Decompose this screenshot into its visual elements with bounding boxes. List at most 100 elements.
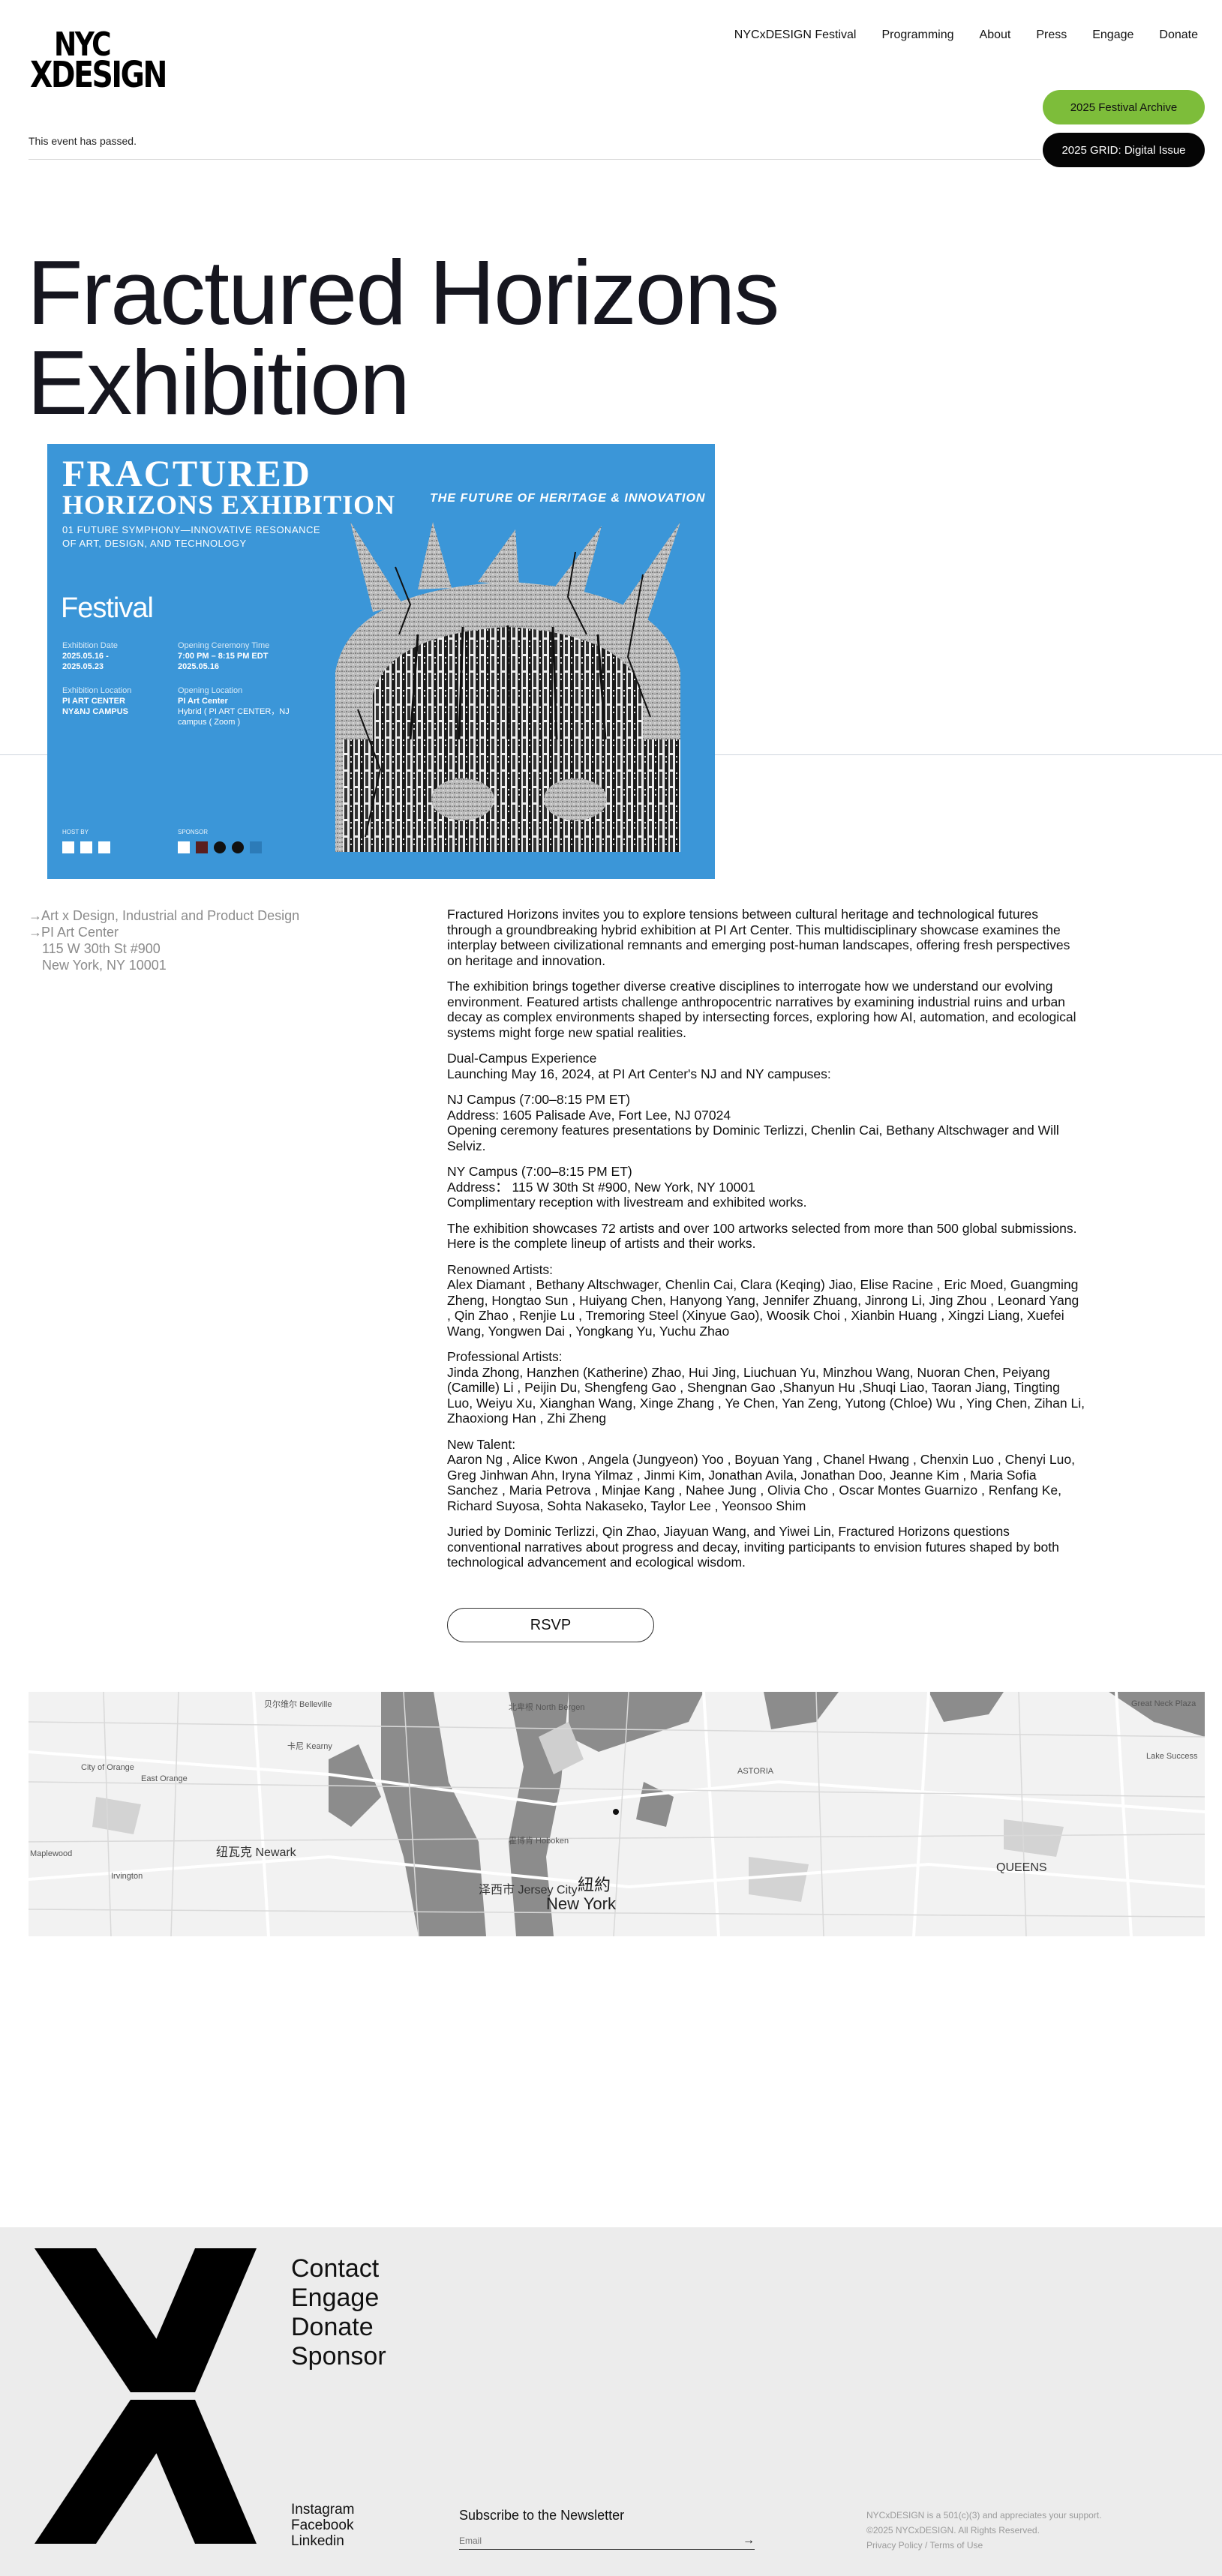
map-label: Lake Success — [1146, 1752, 1198, 1761]
nav-press[interactable]: Press — [1036, 28, 1067, 42]
footer-engage-link[interactable]: Engage — [291, 2284, 386, 2313]
poster-opening-loc: PI Art Center — [178, 697, 228, 706]
organizer-link[interactable]: Art x Design, Industrial and Product Des… — [41, 907, 299, 924]
title-line2: Exhibition — [27, 331, 410, 433]
nav-donate[interactable]: Donate — [1159, 28, 1198, 42]
footer-contact-link[interactable]: Contact — [291, 2254, 386, 2284]
dual-campus-text: Launching May 16, 2024, at PI Art Center… — [447, 1066, 831, 1081]
poster-subtitle: 01 FUTURE SYMPHONY—INNOVATIVE RESONANCE … — [62, 523, 362, 550]
rsvp-button[interactable]: RSVP — [447, 1608, 654, 1642]
professional-heading: Professional Artists: — [447, 1349, 563, 1364]
main-nav: NYCxDESIGN Festival Programming About Pr… — [734, 28, 1198, 42]
arrow-right-icon: → — [29, 908, 42, 923]
dual-campus-heading: Dual-Campus Experience — [447, 1051, 597, 1066]
map-label: East Orange — [141, 1774, 188, 1783]
poster-opening-loc2: Hybrid ( PI ART CENTER，NJ — [178, 707, 290, 716]
nycxdesign-logo[interactable]: NYC XDESIGN — [29, 25, 176, 96]
poster-sponsor-label: SPONSOR — [178, 829, 209, 835]
nonprofit-note: NYCxDESIGN is a 501(c)(3) and appreciate… — [866, 2510, 1102, 2521]
logo-line2: XDESIGN — [30, 54, 167, 96]
title-line1: Fractured Horizons — [27, 241, 779, 343]
nj-campus-info: NJ Campus (7:00–8:15 PM ET) Address: 160… — [447, 1092, 1085, 1153]
arrow-right-icon: → — [29, 925, 42, 940]
map-label: 霍博肯 Hoboken — [509, 1837, 569, 1846]
description-paragraph: Dual-Campus Experience Launching May 16,… — [447, 1051, 1085, 1081]
map-label: 卡尼 Kearny — [287, 1742, 332, 1751]
footer-sponsor-link[interactable]: Sponsor — [291, 2342, 386, 2371]
email-input[interactable] — [459, 2536, 714, 2546]
poster-date-end: 2025.05.23 — [62, 662, 104, 671]
site-footer: Contact Engage Donate Sponsor Instagram … — [0, 2227, 1222, 2576]
legal-links: Privacy Policy / Terms of Use — [866, 2538, 1101, 2553]
description-paragraph: The exhibition brings together diverse c… — [447, 979, 1076, 1040]
poster-location-caption: Exhibition Location — [62, 686, 132, 695]
sponsor-logo-icon — [250, 841, 262, 853]
divider — [29, 159, 1041, 160]
poster-host-label: HOST BY — [62, 829, 89, 835]
map-label: Irvington — [111, 1872, 143, 1881]
instagram-link[interactable]: Instagram — [291, 2502, 354, 2518]
poster-subtitle1: 01 FUTURE SYMPHONY—INNOVATIVE RESONANCE — [62, 524, 321, 535]
poster-opening-location: Opening Location PI Art Center Hybrid ( … — [178, 685, 290, 727]
host-logo-icon — [62, 841, 74, 853]
poster-subtitle2: OF ART, DESIGN, AND TECHNOLOGY — [62, 538, 247, 549]
nav-festival[interactable]: NYCxDESIGN Festival — [734, 28, 857, 42]
map-label: New York — [546, 1894, 616, 1913]
poster-title2: HORIZONS EXHIBITION — [62, 490, 396, 520]
sponsor-logo-icon — [232, 841, 244, 853]
poster-ceremony-caption: Opening Ceremony Time — [178, 641, 270, 650]
sponsor-logo-icon — [178, 841, 190, 853]
map-label: City of Orange — [81, 1763, 134, 1772]
event-description: Fractured Horizons invites you to explor… — [447, 907, 1085, 1581]
copyright: ©2025 NYCxDESIGN. All Rights Reserved. — [866, 2525, 1040, 2536]
newsletter-form: Subscribe to the Newsletter → — [459, 2508, 755, 2550]
terms-of-use-link[interactable]: Terms of Use — [929, 2540, 983, 2551]
map-label: 纽瓦克 Newark — [216, 1846, 296, 1859]
ny-campus-address: Address： 115 W 30th St #900, New York, N… — [447, 1179, 755, 1195]
legal-separator: / — [922, 2540, 930, 2551]
footer-links: Contact Engage Donate Sponsor — [291, 2254, 386, 2371]
professional-artists: Professional Artists: Jinda Zhong, Hanzh… — [447, 1349, 1085, 1426]
map-label: Maplewood — [30, 1849, 73, 1858]
nav-programming[interactable]: Programming — [881, 28, 953, 42]
arrow-right-icon[interactable]: → — [743, 2534, 755, 2548]
page-title: Fractured Horizons Exhibition — [27, 247, 779, 428]
map-label: ASTORIA — [737, 1767, 774, 1776]
poster-ceremony-date: 2025.05.16 — [178, 662, 220, 671]
poster-opening-caption: Opening Location — [178, 686, 243, 695]
map-label: 贝尔维尔 Belleville — [264, 1700, 332, 1709]
facebook-link[interactable]: Facebook — [291, 2518, 354, 2533]
grid-digital-issue-button[interactable]: 2025 GRID: Digital Issue — [1043, 133, 1205, 167]
map-label: 北卑根 North Bergen — [509, 1703, 585, 1712]
poster-festival: Festival — [61, 592, 154, 624]
nav-engage[interactable]: Engage — [1092, 28, 1133, 42]
social-links: Instagram Facebook Linkedin — [291, 2502, 354, 2549]
description-paragraph: Fractured Horizons invites you to explor… — [447, 907, 1070, 968]
privacy-policy-link[interactable]: Privacy Policy — [866, 2540, 923, 2551]
renowned-heading: Renowned Artists: — [447, 1261, 554, 1277]
poster-location1: PI ART CENTER — [62, 697, 125, 706]
event-poster: FRACTURED HORIZONS EXHIBITION THE FUTURE… — [47, 444, 715, 879]
poster-ceremony-time: 7:00 PM – 8:15 PM EDT — [178, 652, 269, 661]
poster-sponsor-logos — [178, 841, 262, 853]
nj-campus-address: Address: 1605 Palisade Ave, Fort Lee, NJ… — [447, 1107, 731, 1123]
footer-donate-link[interactable]: Donate — [291, 2313, 386, 2342]
sponsor-logo-icon — [214, 841, 226, 853]
poster-opening-loc3: campus ( Zoom ) — [178, 718, 241, 727]
nj-campus-heading: NJ Campus (7:00–8:15 PM ET) — [447, 1092, 631, 1107]
event-details: → Art x Design, Industrial and Product De… — [29, 907, 299, 973]
venue-link[interactable]: PI Art Center — [41, 924, 119, 940]
location-map[interactable]: 贝尔维尔 Belleville 北卑根 North Bergen 卡尼 Kear… — [29, 1692, 1205, 1936]
linkedin-link[interactable]: Linkedin — [291, 2533, 354, 2549]
poster-host-logos — [62, 841, 110, 853]
ny-campus-heading: NY Campus (7:00–8:15 PM ET) — [447, 1164, 632, 1179]
festival-archive-button[interactable]: 2025 Festival Archive — [1043, 90, 1205, 124]
new-talent: New Talent: Aaron Ng , Alice Kwon , Ange… — [447, 1437, 1085, 1514]
nav-about[interactable]: About — [980, 28, 1011, 42]
venue-address2: New York, NY 10001 — [42, 958, 167, 973]
sponsor-logo-icon — [196, 841, 208, 853]
venue-address1: 115 W 30th St #900 — [42, 941, 161, 956]
professional-list: Jinda Zhong, Hanzhen (Katherine) Zhao, H… — [447, 1364, 1085, 1426]
poster-location: Exhibition Location PI ART CENTER NY&NJ … — [62, 685, 131, 717]
newsletter-title: Subscribe to the Newsletter — [459, 2508, 625, 2523]
